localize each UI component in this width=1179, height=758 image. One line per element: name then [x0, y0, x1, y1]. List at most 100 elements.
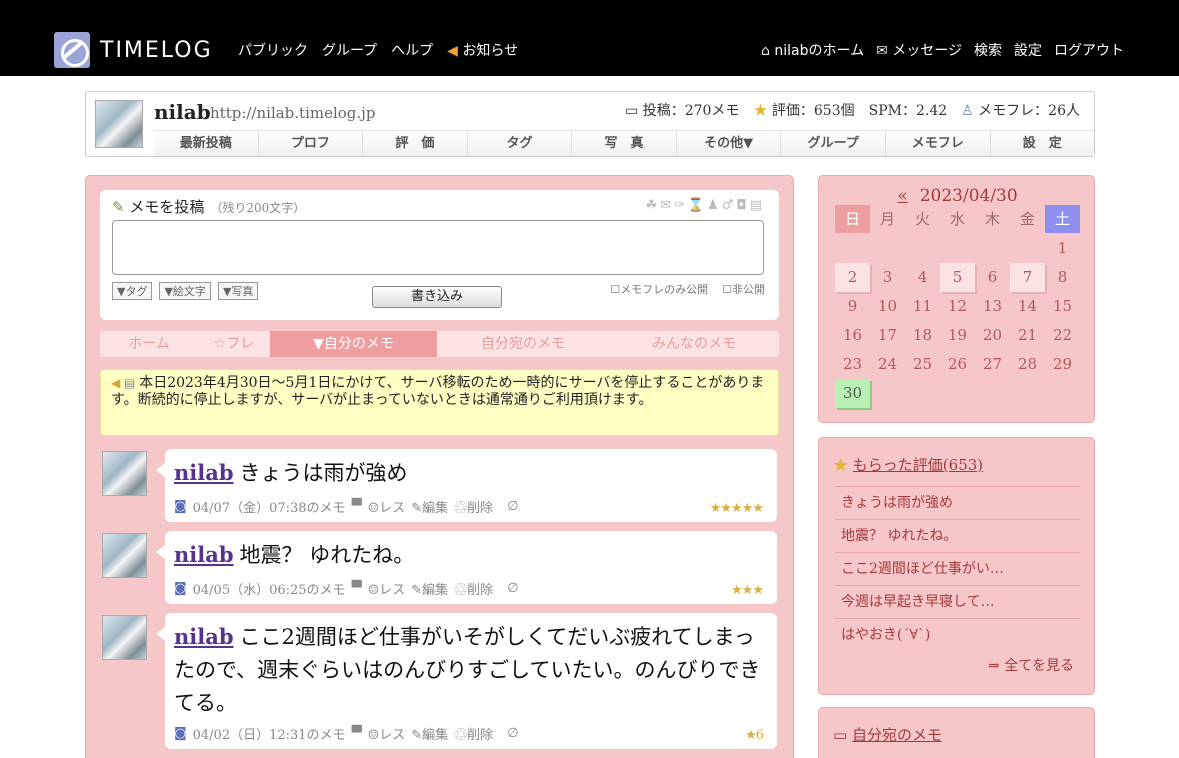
calendar-day[interactable]: 12 [940, 292, 975, 321]
nav-help[interactable]: ヘルプ [391, 40, 433, 60]
calendar-day[interactable]: 14 [1010, 292, 1045, 321]
photo-dropdown[interactable]: ▼写真 [217, 282, 259, 300]
see-all-link[interactable]: ⇒ 全てを見る [988, 655, 1074, 675]
calendar-day[interactable]: 18 [905, 321, 940, 350]
list-item[interactable]: 今週は早起き早寝して… [835, 585, 1080, 618]
profile-avatar[interactable] [95, 100, 143, 148]
calendar-day[interactable]: 29 [1045, 350, 1080, 379]
calendar-day[interactable]: 16 [835, 321, 870, 350]
calendar-day[interactable]: 19 [940, 321, 975, 350]
calendar-day[interactable]: 30 [835, 379, 870, 408]
calendar-day[interactable]: 7 [1010, 263, 1045, 292]
tab-memofure[interactable]: メモフレ [884, 131, 990, 156]
nav-group[interactable]: グループ [322, 40, 377, 60]
reply-link[interactable]: ☺レス [368, 579, 406, 598]
memo-author[interactable]: nilab [174, 542, 234, 567]
profile-url[interactable]: http://nilab.timelog.jp [210, 104, 375, 122]
memo-rating[interactable]: ★★★★★ [710, 501, 764, 516]
nav-settings[interactable]: 設定 [1014, 40, 1042, 60]
calendar-day[interactable]: 23 [835, 350, 870, 379]
calendar-day[interactable]: 21 [1010, 321, 1045, 350]
emoji-dropdown[interactable]: ▼絵文字 [159, 282, 211, 300]
tab-my-memos[interactable]: ▼自分のメモ [270, 331, 437, 357]
tab-profile[interactable]: プロフ [257, 131, 363, 156]
delete-link[interactable]: ♲削除 [454, 724, 493, 743]
memo-date[interactable]: 04/05（水）06:25のメモ [193, 579, 346, 598]
calendar-day[interactable]: 1 [1045, 234, 1080, 263]
private-checkbox[interactable]: ☐非公開 [722, 281, 765, 297]
calendar-day[interactable]: 11 [905, 292, 940, 321]
profile-stats: ▭ 投稿：270メモ ★ 評価：653個 SPM：2.42 ♙ メモフレ：26人 [625, 100, 1080, 120]
calendar-day[interactable]: 28 [1010, 350, 1045, 379]
tag-dropdown[interactable]: ▼タグ [112, 282, 153, 300]
tab-all-memos[interactable]: みんなのメモ [609, 331, 779, 357]
calendar-day[interactable]: 26 [940, 350, 975, 379]
post-tool-icons[interactable]: ☘✉✑⌛♟♂◘▤ [645, 198, 765, 213]
nav-message[interactable]: ✉ メッセージ [876, 40, 962, 60]
tab-group[interactable]: グループ [780, 131, 885, 156]
delete-link[interactable]: ♲削除 [454, 497, 493, 516]
edit-link[interactable]: ✎編集 [411, 497, 448, 516]
nav-public[interactable]: パブリック [238, 40, 308, 60]
memo-author[interactable]: nilab [174, 460, 234, 485]
entry-avatar[interactable] [102, 533, 147, 578]
memo-rating[interactable]: ★★★ [731, 583, 764, 598]
nav-home[interactable]: ⌂ nilabのホーム [761, 40, 864, 60]
calendar-day[interactable]: 15 [1045, 292, 1080, 321]
calendar-day[interactable]: 4 [905, 263, 940, 292]
memo-rating[interactable]: ★6 [745, 728, 764, 743]
calendar-day[interactable]: 25 [905, 350, 940, 379]
entry-avatar[interactable] [102, 615, 147, 660]
calendar-day[interactable]: 2 [835, 263, 870, 292]
calendar-day[interactable]: 27 [975, 350, 1010, 379]
reply-link[interactable]: ☺レス [368, 497, 406, 516]
tab-other[interactable]: その他▼ [675, 131, 781, 156]
list-item[interactable]: ここ2週間ほど仕事がい… [835, 552, 1080, 585]
tab-home[interactable]: ホーム [100, 331, 198, 357]
calendar-day[interactable]: 3 [870, 263, 905, 292]
calendar-day[interactable]: 17 [870, 321, 905, 350]
memos-to-me-title[interactable]: ▭ 自分宛のメモ [833, 724, 942, 745]
tab-star-friends[interactable]: ☆フレ [198, 331, 270, 357]
attach-icon[interactable]: ∅ [507, 499, 518, 514]
timelog-logo[interactable]: TIMELOG [54, 31, 213, 69]
nav-news[interactable]: ◀ お知らせ [447, 40, 518, 60]
calendar-day[interactable]: 20 [975, 321, 1010, 350]
attach-icon[interactable]: ∅ [507, 726, 518, 741]
memo-author[interactable]: nilab [174, 624, 234, 649]
memo-textarea[interactable] [112, 220, 764, 275]
ratings-title[interactable]: ★ もらった評価(653) [833, 454, 983, 475]
tab-rating[interactable]: 評 価 [362, 131, 467, 156]
list-item[interactable]: きょうは雨が強め [835, 486, 1080, 519]
entry-avatar[interactable] [102, 451, 147, 496]
calendar-prev[interactable]: « [897, 186, 907, 206]
attach-icon[interactable]: ∅ [507, 581, 518, 596]
profile-name[interactable]: nilab [154, 100, 211, 124]
friends-only-checkbox[interactable]: ☐メモフレのみ公開 [610, 281, 708, 297]
memo-date[interactable]: 04/07（金）07:38のメモ [193, 497, 346, 516]
submit-button[interactable]: 書き込み [372, 286, 502, 308]
list-item[interactable]: はやおき(´∀`) [835, 618, 1080, 651]
calendar-day[interactable]: 6 [975, 263, 1010, 292]
nav-left: パブリック グループ ヘルプ ◀ お知らせ [238, 40, 518, 60]
edit-link[interactable]: ✎編集 [411, 579, 448, 598]
nav-search[interactable]: 検索 [974, 40, 1002, 60]
nav-logout[interactable]: ログアウト [1054, 40, 1124, 60]
calendar-day[interactable]: 24 [870, 350, 905, 379]
calendar-day[interactable]: 5 [940, 263, 975, 292]
delete-link[interactable]: ♲削除 [454, 579, 493, 598]
tab-tag[interactable]: タグ [466, 131, 572, 156]
tab-settings[interactable]: 設 定 [989, 131, 1095, 156]
tab-memos-to-me[interactable]: 自分宛のメモ [437, 331, 609, 357]
calendar-day[interactable]: 9 [835, 292, 870, 321]
calendar-day[interactable]: 10 [870, 292, 905, 321]
reply-link[interactable]: ☺レス [368, 724, 406, 743]
edit-link[interactable]: ✎編集 [411, 724, 448, 743]
memo-date[interactable]: 04/02（日）12:31のメモ [193, 724, 346, 743]
calendar-day[interactable]: 8 [1045, 263, 1080, 292]
list-item[interactable]: 地震？ ゆれたね。 [835, 519, 1080, 552]
calendar-day[interactable]: 22 [1045, 321, 1080, 350]
calendar-day[interactable]: 13 [975, 292, 1010, 321]
tab-latest[interactable]: 最新投稿 [154, 131, 258, 156]
tab-photo[interactable]: 写 真 [571, 131, 676, 156]
